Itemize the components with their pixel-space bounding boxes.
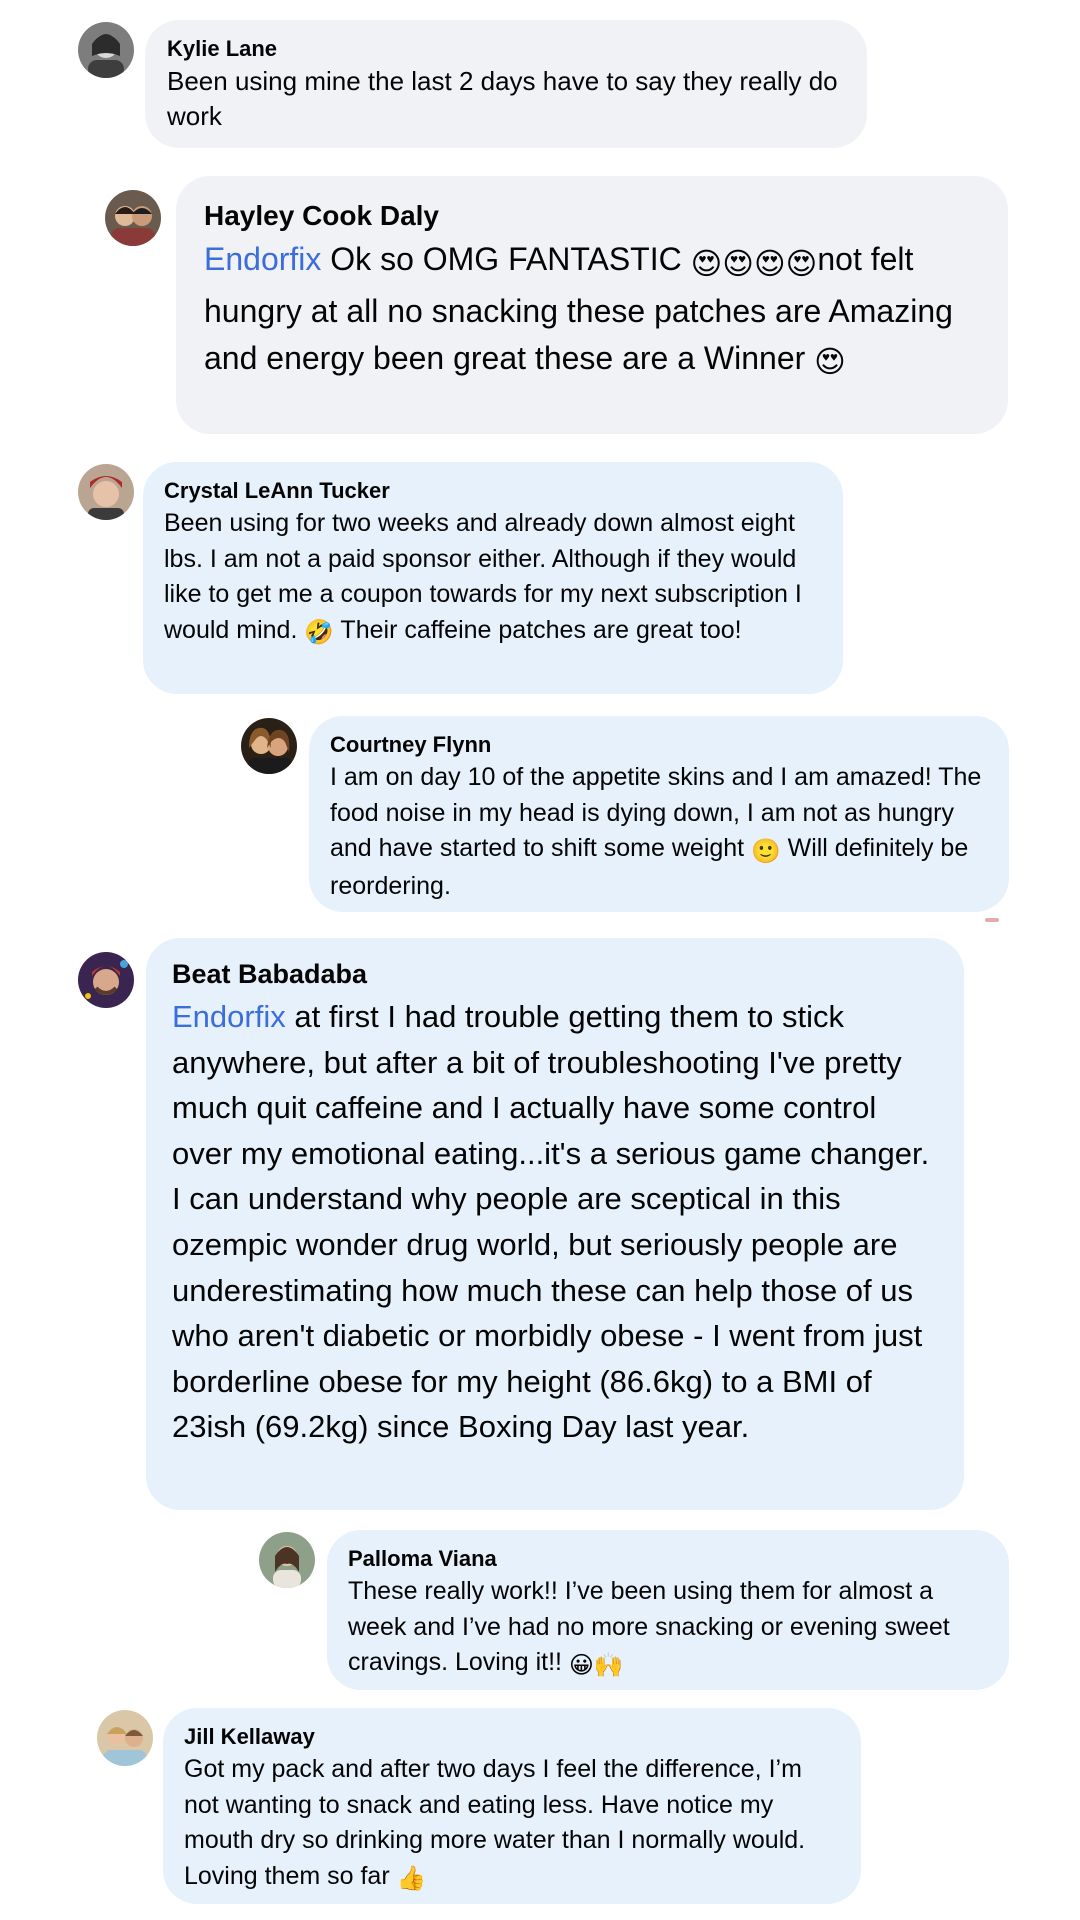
comment-text: Got my pack and after two days I feel th… (184, 1752, 840, 1897)
comment-bubble: Crystal LeAnn Tucker Been using for two … (143, 462, 843, 694)
grinning-raised-hands-emoji-icon: 😀🙌 (568, 1651, 624, 1679)
comment-text: These really work!! I’ve been using them… (348, 1574, 988, 1683)
comment-author[interactable]: Beat Babadaba (172, 954, 938, 994)
thumbs-up-emoji-icon: 👍 (396, 1865, 427, 1893)
avatar[interactable] (259, 1532, 315, 1588)
rolling-laughing-emoji-icon: 🤣 (304, 619, 334, 647)
comment-text: Endorfix Ok so OMG FANTASTIC 😍😍😍😍not fel… (204, 236, 980, 386)
comment-bubble: Kylie Lane Been using mine the last 2 da… (145, 20, 867, 148)
smiling-face-emoji-icon: 🙂 (751, 837, 781, 865)
comment-text: Endorfix at first I had trouble getting … (172, 999, 930, 1445)
heart-eyes-emoji-icon: 😍😍😍😍 (690, 246, 818, 281)
comment-author[interactable]: Kylie Lane (167, 34, 845, 64)
avatar[interactable] (97, 1710, 153, 1766)
avatar[interactable] (105, 190, 161, 246)
comment-text: Been using mine the last 2 days have to … (167, 66, 838, 131)
comment-bubble: Palloma Viana These really work!! I’ve b… (327, 1530, 1009, 1690)
notification-dot (985, 918, 999, 922)
comment-author[interactable]: Crystal LeAnn Tucker (164, 476, 822, 506)
comment-author[interactable]: Hayley Cook Daly (204, 196, 980, 236)
comment-bubble: Hayley Cook Daly Endorfix Ok so OMG FANT… (176, 176, 1008, 434)
avatar[interactable] (241, 718, 297, 774)
comment-author[interactable]: Jill Kellaway (184, 1722, 840, 1752)
avatar[interactable] (78, 952, 134, 1008)
comment-text: Been using for two weeks and already dow… (164, 506, 822, 651)
mention-link[interactable]: Endorfix (172, 999, 286, 1034)
comment-author[interactable]: Palloma Viana (348, 1544, 988, 1574)
mention-link[interactable]: Endorfix (204, 241, 321, 277)
comment-author[interactable]: Courtney Flynn (330, 730, 988, 760)
comment-text: I am on day 10 of the appetite skins and… (330, 763, 982, 901)
avatar[interactable] (78, 464, 134, 520)
comment-bubble: Beat Babadaba Endorfix at first I had tr… (146, 938, 964, 1510)
comment-bubble: Courtney Flynn I am on day 10 of the app… (309, 716, 1009, 912)
heart-eyes-emoji-icon: 😍 (814, 345, 846, 380)
comment-bubble: Jill Kellaway Got my pack and after two … (163, 1708, 861, 1904)
avatar[interactable] (78, 22, 134, 78)
